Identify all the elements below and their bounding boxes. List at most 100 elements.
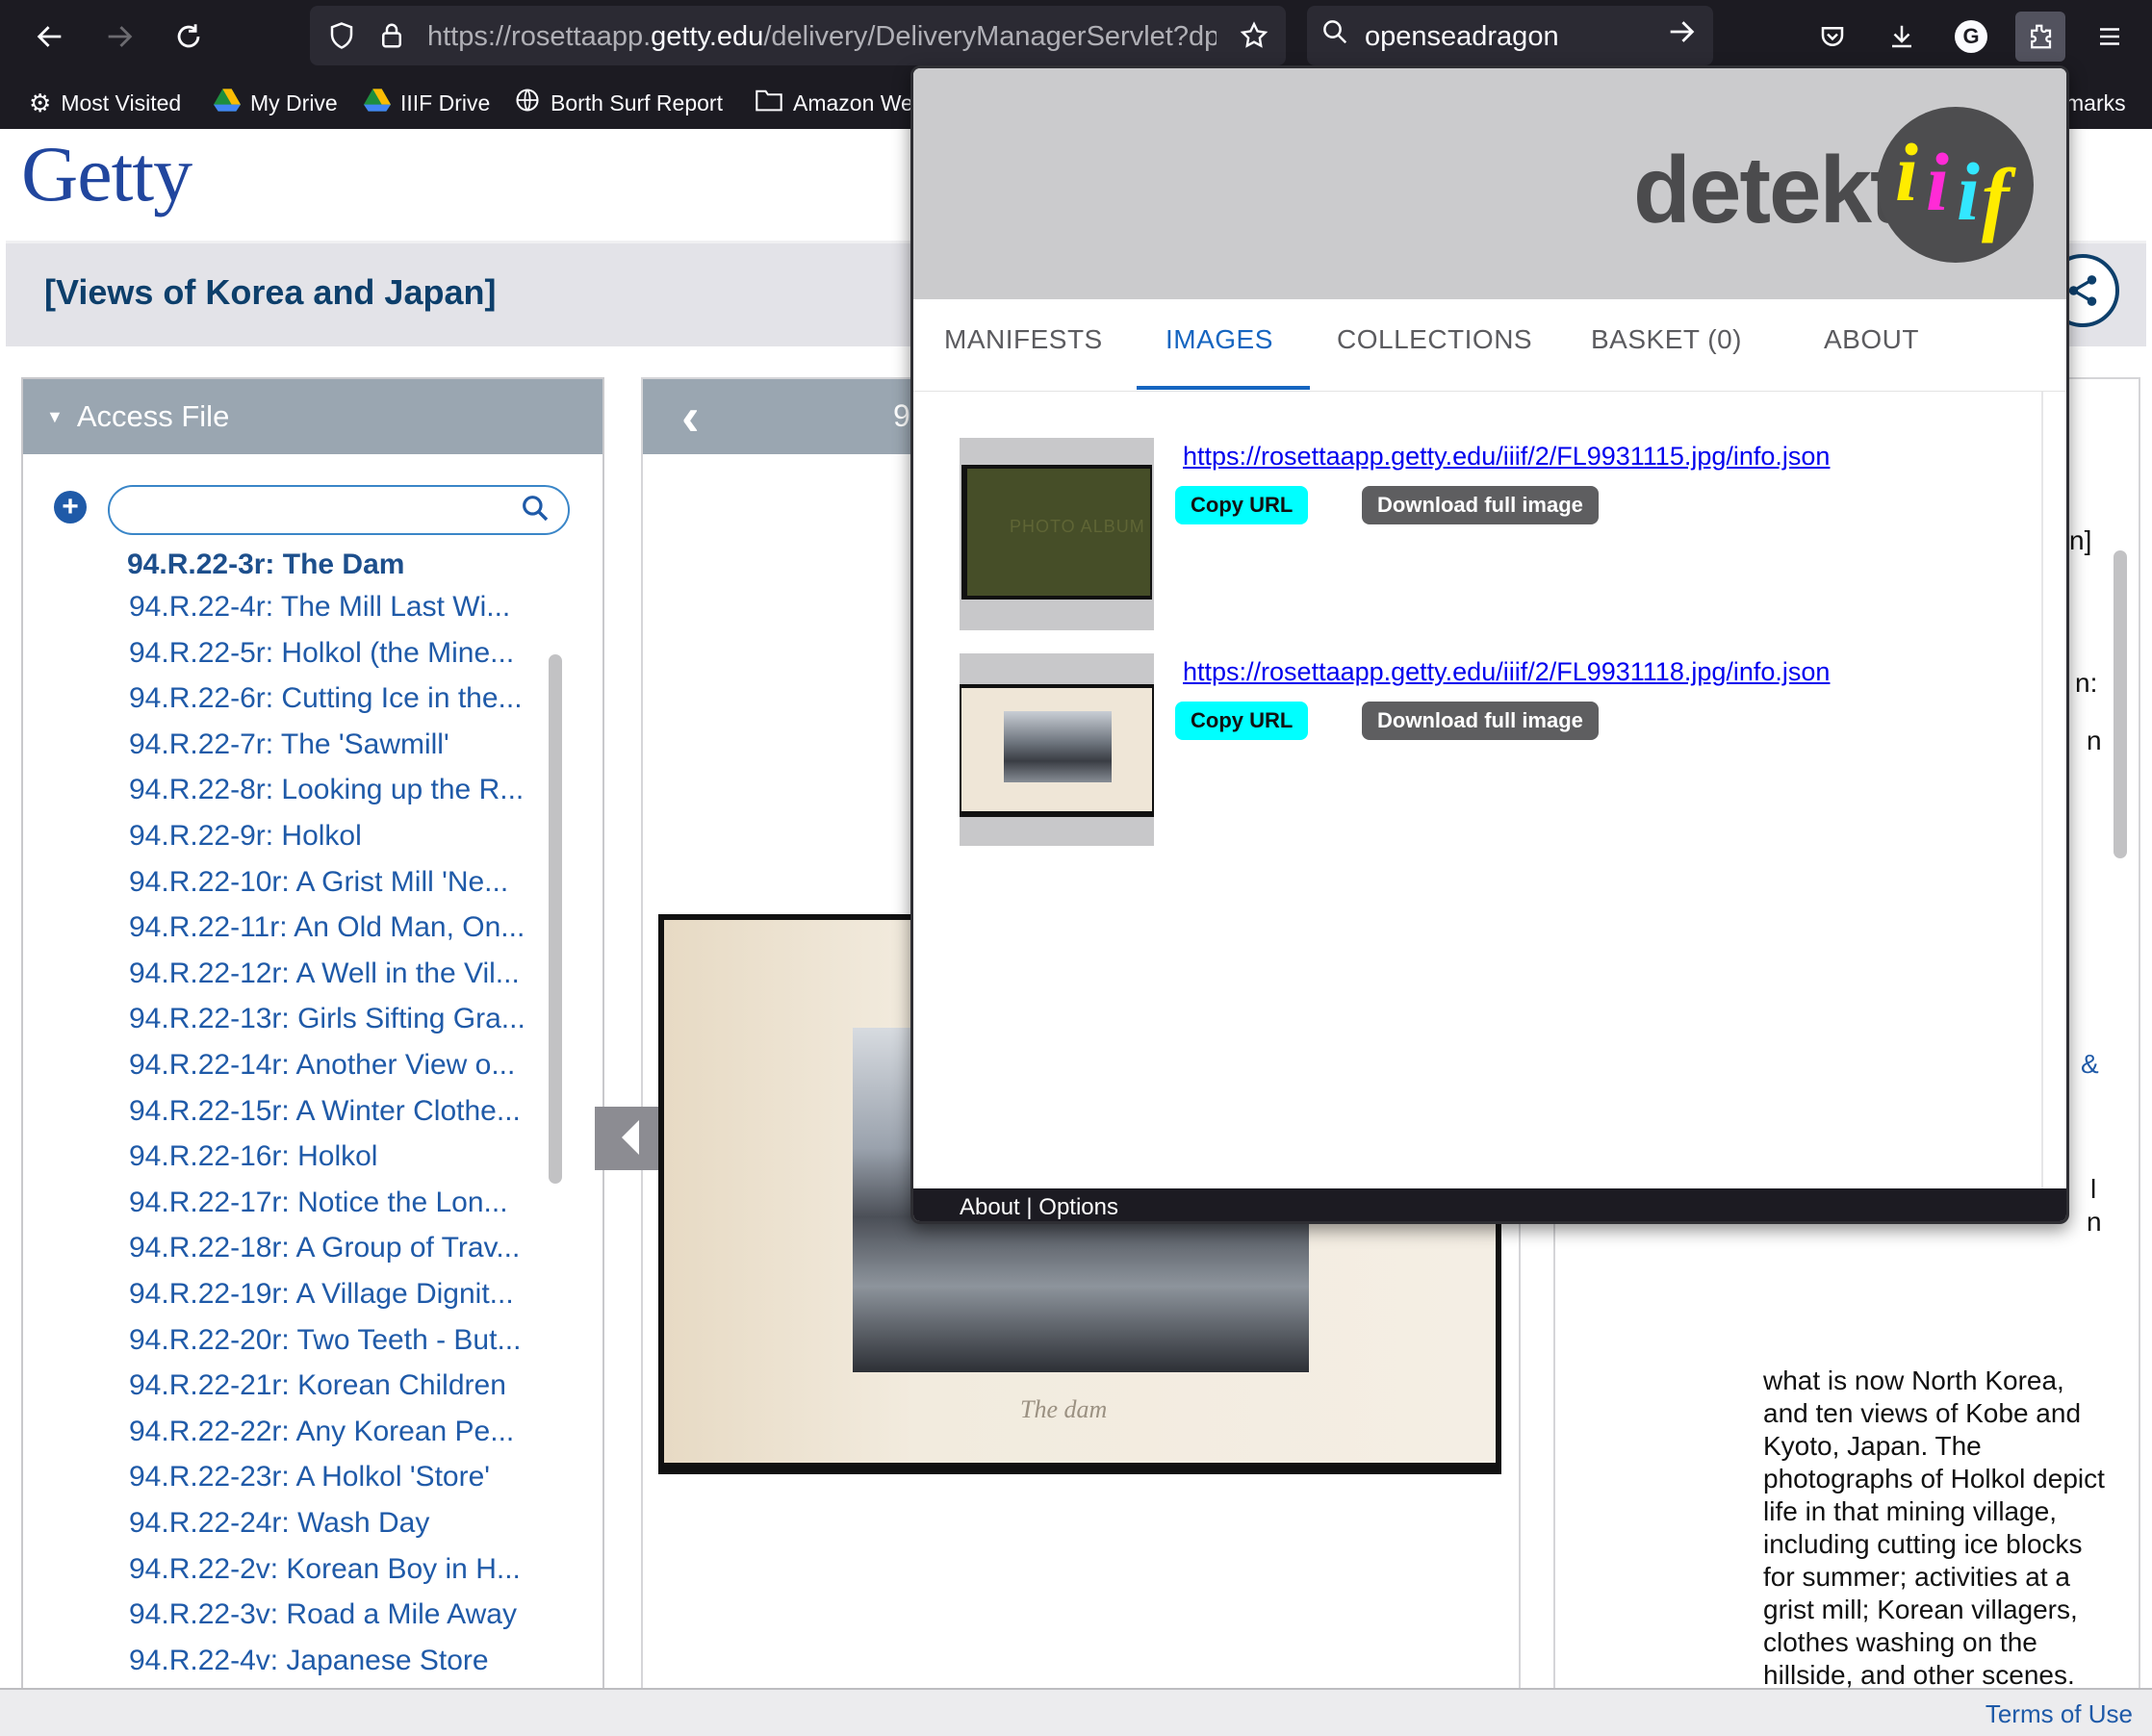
list-item[interactable]: 94.R.22-5r: Holkol (the Mine... <box>129 637 514 670</box>
access-file-header[interactable]: ▼ Access File <box>23 379 602 454</box>
tab-about[interactable]: ABOUT <box>1824 324 1919 355</box>
iiif-logo-badge: i i i f <box>1878 107 2034 263</box>
bookmark-label: Amazon We <box>793 89 913 115</box>
list-item[interactable]: 94.R.22-15r: A Winter Clothe... <box>129 1095 521 1128</box>
list-item[interactable]: 94.R.22-6r: Cutting Ice in the... <box>129 682 523 715</box>
info-json-link[interactable]: https://rosettaapp.getty.edu/iiif/2/FL99… <box>1183 657 1830 687</box>
bookmark-my-drive[interactable]: My Drive <box>214 87 338 119</box>
file-list: 94.R.22-3r: The Dam 94.R.22-4r: The Mill… <box>23 549 562 1708</box>
result-thumbnail[interactable] <box>960 653 1154 846</box>
text-fragment: n <box>2087 726 2102 755</box>
lock-icon[interactable] <box>373 17 410 54</box>
tab-collections[interactable]: COLLECTIONS <box>1337 324 1532 355</box>
extensions-icon[interactable] <box>2015 12 2065 62</box>
download-icon[interactable] <box>1877 12 1927 62</box>
list-item-current[interactable]: 94.R.22-3r: The Dam <box>127 549 404 581</box>
share-icon <box>2068 275 2097 306</box>
reload-icon <box>177 24 200 48</box>
search-bar-text: openseadragon <box>1365 21 1559 52</box>
drive-icon <box>364 88 391 119</box>
list-item[interactable]: 94.R.22-7r: The 'Sawmill' <box>129 728 449 761</box>
download-full-image-button[interactable]: Download full image <box>1362 486 1599 524</box>
popup-footer: About | Options <box>913 1188 2066 1221</box>
copy-url-button[interactable]: Copy URL <box>1175 486 1309 524</box>
copy-url-button[interactable]: Copy URL <box>1175 702 1309 740</box>
list-item[interactable]: 94.R.22-8r: Looking up the R... <box>129 774 524 806</box>
info-json-link[interactable]: https://rosettaapp.getty.edu/iiif/2/FL99… <box>1183 442 1830 472</box>
list-item[interactable]: 94.R.22-19r: A Village Dignit... <box>129 1278 514 1311</box>
add-button[interactable]: + <box>54 491 87 523</box>
file-search-input[interactable] <box>127 495 512 525</box>
list-item[interactable]: 94.R.22-24r: Wash Day <box>129 1507 429 1540</box>
menu-icon[interactable] <box>2085 12 2135 62</box>
bookmark-other[interactable]: marks <box>2065 87 2126 119</box>
bookmark-label: Most Visited <box>61 89 182 115</box>
tab-manifests[interactable]: MANIFESTS <box>944 324 1103 355</box>
list-item[interactable]: 94.R.22-4v: Japanese Store <box>129 1645 489 1677</box>
gear-icon: ⚙ <box>29 88 52 117</box>
detekt-logo-text: detekt <box>1633 137 1902 243</box>
collapse-panel-button[interactable] <box>595 1107 660 1170</box>
search-go-icon[interactable] <box>1665 15 1698 57</box>
bookmark-star-icon[interactable] <box>1236 17 1272 54</box>
access-file-label: Access File <box>76 399 230 433</box>
url-text: https://rosettaapp.getty.edu/delivery/De… <box>427 21 1217 52</box>
popup-content-edge <box>2041 392 2043 1190</box>
access-file-panel: ▼ Access File + 94.R.22-3r: The Dam 94.R… <box>21 377 604 1709</box>
search-bar[interactable]: openseadragon <box>1307 6 1713 65</box>
tab-images[interactable]: IMAGES <box>1166 324 1273 355</box>
list-item[interactable]: 94.R.22-20r: Two Teeth - But... <box>129 1324 521 1357</box>
bookmark-label: marks <box>2065 89 2126 115</box>
globe-icon <box>514 87 541 120</box>
download-full-image-button[interactable]: Download full image <box>1362 702 1599 740</box>
list-item[interactable]: 94.R.22-16r: Holkol <box>129 1140 377 1173</box>
popup-tabs: MANIFESTS IMAGES COLLECTIONS BASKET (0) … <box>913 299 2066 392</box>
account-button[interactable]: G <box>1946 12 1996 62</box>
back-button[interactable] <box>23 10 77 64</box>
viewer-counter: 9 <box>893 398 910 433</box>
list-item[interactable]: 94.R.22-10r: A Grist Mill 'Ne... <box>129 866 508 899</box>
list-item[interactable]: 94.R.22-18r: A Group of Trav... <box>129 1232 520 1264</box>
forward-button[interactable] <box>92 10 146 64</box>
pocket-icon[interactable] <box>1807 12 1857 62</box>
description-scrollbar[interactable] <box>2114 550 2127 858</box>
tab-basket[interactable]: BASKET (0) <box>1591 324 1742 355</box>
search-icon <box>1320 17 1349 54</box>
list-item[interactable]: 94.R.22-13r: Girls Sifting Gra... <box>129 1003 525 1035</box>
list-item[interactable]: 94.R.22-9r: Holkol <box>129 820 362 853</box>
bookmark-iiif-drive[interactable]: IIIF Drive <box>364 87 490 119</box>
bookmark-label: My Drive <box>250 89 338 115</box>
list-item[interactable]: 94.R.22-22r: Any Korean Pe... <box>129 1416 514 1448</box>
list-scrollbar[interactable] <box>549 654 562 1184</box>
reload-button[interactable] <box>162 10 216 64</box>
active-tab-indicator <box>1137 386 1310 390</box>
search-icon[interactable] <box>520 493 551 531</box>
address-bar[interactable]: https://rosettaapp.getty.edu/delivery/De… <box>310 6 1286 65</box>
shield-icon[interactable] <box>323 17 360 54</box>
chevron-left-icon[interactable]: ‹ <box>681 385 700 447</box>
list-item[interactable]: 94.R.22-17r: Notice the Lon... <box>129 1187 508 1219</box>
page-title: [Views of Korea and Japan] <box>44 272 497 312</box>
bookmark-most-visited[interactable]: ⚙ Most Visited <box>29 87 181 119</box>
image-result: PHOTO ALBUM https://rosettaapp.getty.edu… <box>960 438 2018 630</box>
list-item[interactable]: 94.R.22-3v: Road a Mile Away <box>129 1598 517 1631</box>
file-search[interactable] <box>108 485 570 535</box>
album-caption: The dam <box>1020 1395 1108 1423</box>
terms-of-use-link[interactable]: Terms of Use <box>1985 1699 2133 1729</box>
text-fragment: n] <box>2069 525 2092 555</box>
bookmark-folder-amazon[interactable]: Amazon We <box>755 87 913 119</box>
about-options-links[interactable]: About | Options <box>960 1194 1118 1221</box>
result-thumbnail[interactable]: PHOTO ALBUM <box>960 438 1154 630</box>
list-item[interactable]: 94.R.22-12r: A Well in the Vil... <box>129 957 520 990</box>
list-item[interactable]: 94.R.22-2v: Korean Boy in H... <box>129 1553 521 1586</box>
bookmark-borth-surf-report[interactable]: Borth Surf Report <box>514 87 723 119</box>
getty-logo[interactable]: Getty <box>21 129 192 219</box>
list-item[interactable]: 94.R.22-21r: Korean Children <box>129 1369 506 1402</box>
list-item[interactable]: 94.R.22-4r: The Mill Last Wi... <box>129 591 510 624</box>
thumbnail-cover-text: PHOTO ALBUM <box>1010 517 1145 536</box>
text-fragment: n <box>2087 1207 2102 1237</box>
footer-bar: Terms of Use <box>0 1688 2152 1736</box>
list-item[interactable]: 94.R.22-11r: An Old Man, On... <box>129 911 525 944</box>
list-item[interactable]: 94.R.22-23r: A Holkol 'Store' <box>129 1461 490 1493</box>
list-item[interactable]: 94.R.22-14r: Another View o... <box>129 1049 515 1082</box>
